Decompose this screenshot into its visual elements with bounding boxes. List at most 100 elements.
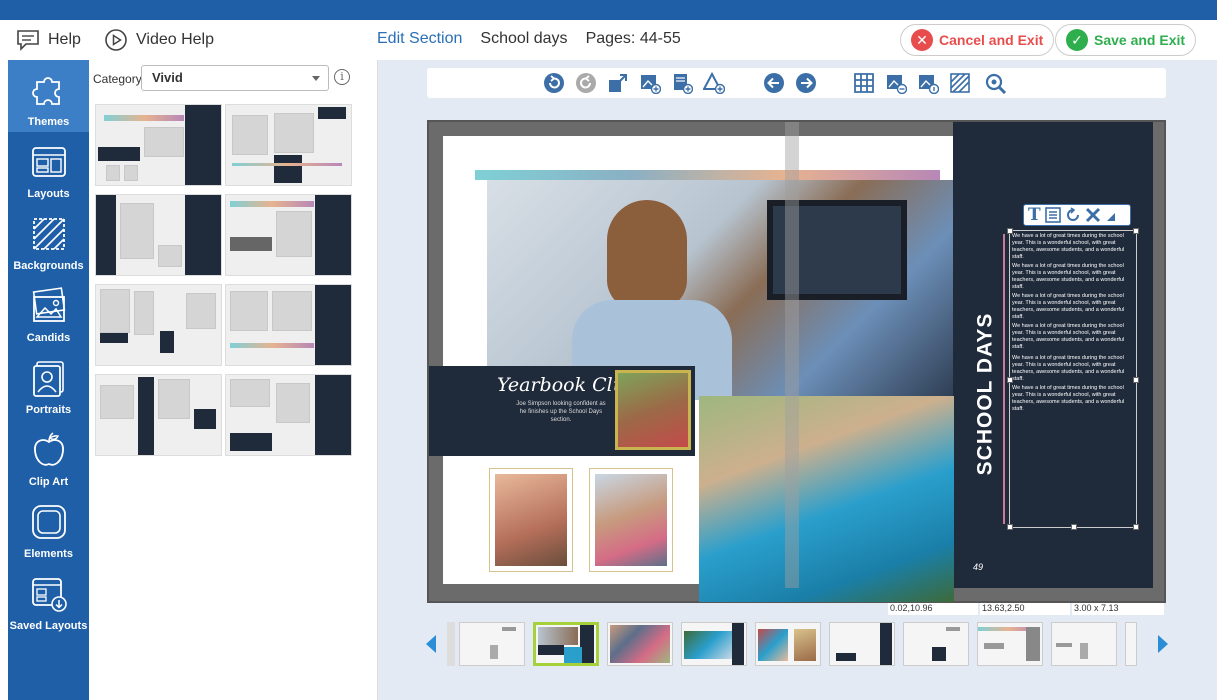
- page-number-badge: 49: [973, 562, 984, 572]
- theme-thumbnail[interactable]: [95, 104, 222, 186]
- resize-handle[interactable]: [1133, 377, 1139, 383]
- theme-thumbnail[interactable]: [225, 374, 352, 456]
- page-filmstrip: [425, 620, 1169, 670]
- thumb-photo: [144, 127, 184, 157]
- filmstrip-page[interactable]: [1051, 622, 1117, 666]
- resize-handle[interactable]: [1071, 524, 1077, 530]
- thumb-photo: [230, 291, 268, 331]
- filmstrip-page[interactable]: [607, 622, 673, 666]
- theme-thumbnail[interactable]: [225, 194, 352, 276]
- backgrounds-icon: [32, 218, 65, 250]
- background-pattern-icon[interactable]: [949, 72, 971, 94]
- filmstrip-divider: [447, 622, 455, 666]
- preview-zoom-icon[interactable]: [983, 72, 1009, 94]
- thumb-gradient: [104, 115, 184, 121]
- sidebar-item-themes[interactable]: Themes: [8, 60, 89, 132]
- sidebar-item-backgrounds[interactable]: Backgrounds: [8, 204, 89, 276]
- page-fold-overlay: [785, 122, 799, 588]
- club-photo[interactable]: [618, 373, 688, 447]
- sidebar-item-clip-art[interactable]: Clip Art: [8, 420, 89, 492]
- candid-photo-friends[interactable]: [595, 474, 667, 566]
- sidebar-item-label: Saved Layouts: [9, 620, 88, 632]
- sidebar: Themes Layouts Backgrounds Candids Portr…: [8, 60, 89, 700]
- save-and-exit-button[interactable]: ✓ Save and Exit: [1055, 24, 1197, 56]
- video-help-button[interactable]: Video Help: [104, 26, 214, 54]
- club-caption[interactable]: Joe Simpson looking confident as he fini…: [513, 400, 609, 424]
- undo-icon[interactable]: [543, 72, 565, 94]
- delete-icon[interactable]: [1085, 207, 1101, 223]
- thumb-photo: [158, 245, 182, 267]
- filmstrip-page[interactable]: [829, 622, 895, 666]
- grid-icon[interactable]: [853, 72, 875, 94]
- sidebar-item-elements[interactable]: Elements: [8, 492, 89, 564]
- redo-icon[interactable]: [575, 72, 597, 94]
- info-icon[interactable]: i: [334, 69, 350, 85]
- photo-subject: [607, 200, 687, 310]
- filmstrip-prev-icon[interactable]: [425, 634, 437, 654]
- theme-thumbnail[interactable]: [95, 374, 222, 456]
- sidebar-item-saved-layouts[interactable]: Saved Layouts: [8, 564, 89, 636]
- thumb-photo: [120, 203, 154, 259]
- filmstrip-page[interactable]: [903, 622, 969, 666]
- add-photo-icon[interactable]: [639, 72, 661, 94]
- more-handle-icon[interactable]: [1105, 207, 1117, 223]
- edit-section-link[interactable]: Edit Section: [377, 30, 462, 48]
- next-arrow-icon[interactable]: [795, 72, 817, 94]
- resize-handle[interactable]: [1133, 228, 1139, 234]
- bring-forward-icon[interactable]: [607, 72, 629, 94]
- filmstrip-page[interactable]: [755, 622, 821, 666]
- saved-layouts-icon: [31, 578, 67, 612]
- text-format-icon[interactable]: [1044, 207, 1061, 223]
- candid-photo-girls[interactable]: [495, 474, 567, 566]
- resize-handle[interactable]: [1007, 377, 1013, 383]
- check-icon: ✓: [1066, 29, 1088, 51]
- sidebar-item-layouts[interactable]: Layouts: [8, 132, 89, 204]
- category-select[interactable]: Vivid: [141, 65, 329, 91]
- sports-team-photo[interactable]: [699, 396, 954, 602]
- rotate-icon[interactable]: [1065, 207, 1081, 223]
- resize-handle[interactable]: [1007, 228, 1013, 234]
- category-label: Category:: [93, 72, 146, 86]
- add-page-icon[interactable]: [671, 72, 693, 94]
- filmstrip-page[interactable]: [1125, 622, 1137, 666]
- filmstrip-page[interactable]: [459, 622, 525, 666]
- filmstrip-page[interactable]: [681, 622, 747, 666]
- filmstrip-page[interactable]: [977, 622, 1043, 666]
- theme-thumbnail[interactable]: [225, 104, 352, 186]
- help-button[interactable]: Help: [16, 26, 81, 54]
- sidebar-item-label: Themes: [27, 116, 70, 128]
- photo-info-icon[interactable]: [917, 72, 939, 94]
- text-tool-icon[interactable]: T: [1028, 205, 1041, 225]
- thumb-gradient: [230, 343, 314, 348]
- video-help-label: Video Help: [136, 31, 214, 48]
- theme-thumbnail[interactable]: [95, 284, 222, 366]
- text-box-selected[interactable]: We have a lot of great times during the …: [1007, 228, 1139, 530]
- sidebar-item-candids[interactable]: Candids: [8, 276, 89, 348]
- cancel-and-exit-button[interactable]: ✕ Cancel and Exit: [900, 24, 1055, 56]
- save-label: Save and Exit: [1094, 32, 1186, 48]
- sidebar-item-label: Candids: [26, 332, 71, 344]
- resize-handle[interactable]: [1007, 524, 1013, 530]
- sidebar-item-label: Portraits: [25, 404, 72, 416]
- add-shape-icon[interactable]: [703, 72, 725, 94]
- editor-toolbar: [427, 68, 1166, 98]
- thumb-dark-panel: [315, 195, 351, 275]
- filmstrip-page-selected[interactable]: [533, 622, 599, 666]
- thumb-photo: [274, 113, 314, 153]
- remove-photo-icon[interactable]: [885, 72, 907, 94]
- section-title[interactable]: SCHOOL DAYS: [973, 313, 997, 476]
- thumb-dark-panel: [315, 285, 351, 365]
- theme-thumbnail[interactable]: [225, 284, 352, 366]
- page-spread-canvas[interactable]: Yearbook Club Joe Simpson looking confid…: [427, 120, 1166, 603]
- body-text-6: We have a lot of great times during the …: [1012, 385, 1125, 412]
- chevron-down-icon: [312, 76, 320, 81]
- previous-arrow-icon[interactable]: [763, 72, 785, 94]
- thumb-photo: [276, 211, 312, 257]
- filmstrip-next-icon[interactable]: [1157, 634, 1169, 654]
- resize-handle[interactable]: [1133, 524, 1139, 530]
- sidebar-item-portraits[interactable]: Portraits: [8, 348, 89, 420]
- thumb-photo: [124, 165, 138, 181]
- body-text-2: We have a lot of great times during the …: [1012, 263, 1125, 290]
- photo-frame: [489, 468, 573, 572]
- theme-thumbnail[interactable]: [95, 194, 222, 276]
